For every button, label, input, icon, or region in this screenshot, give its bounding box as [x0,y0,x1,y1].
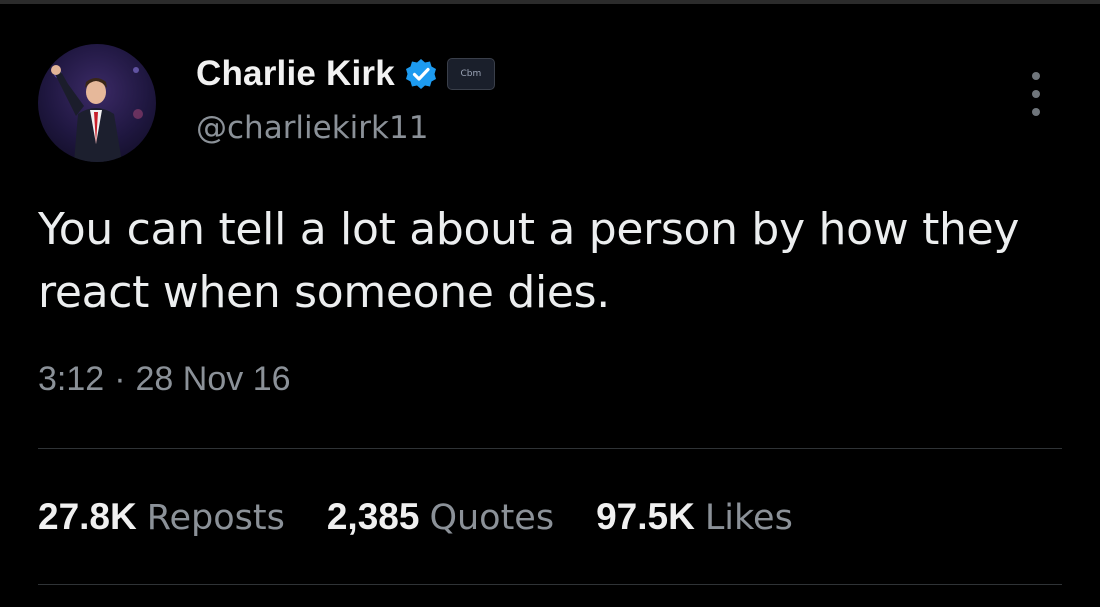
likes-label: Likes [704,498,793,538]
more-dot-icon [1032,90,1040,98]
tweet-timestamp[interactable]: 3:12 · 28 Nov 16 [38,360,291,399]
tweet-time: 3:12 [38,360,105,398]
more-options-button[interactable] [1024,72,1048,116]
divider [38,448,1062,449]
author-name-row: Charlie Kirk Cbm [196,52,495,96]
more-dot-icon [1032,108,1040,116]
reposts-count: 27.8K [38,496,137,537]
avatar[interactable] [38,44,156,162]
affiliate-logo-badge[interactable]: Cbm [446,58,495,90]
likes-stat[interactable]: 97.5K Likes [596,496,793,538]
person-portrait-avatar-icon [51,65,143,162]
quotes-label: Quotes [429,498,555,538]
timestamp-separator: · [114,360,126,398]
reposts-label: Reposts [146,498,285,538]
likes-count: 97.5K [596,496,695,537]
tweet-text: You can tell a lot about a person by how… [38,204,1020,318]
engagement-stats: 27.8K Reposts 2,385 Quotes 97.5K Likes [38,496,835,538]
top-border [0,0,1100,4]
divider [38,584,1062,585]
author-display-name[interactable]: Charlie Kirk [196,54,395,94]
more-dot-icon [1032,72,1040,80]
quotes-count: 2,385 [326,496,420,537]
tweet-date: 28 Nov 16 [135,360,291,398]
reposts-stat[interactable]: 27.8K Reposts [38,496,285,538]
verified-checkmark-icon [405,59,436,89]
affiliate-badge-text: Cbm [460,69,482,79]
quotes-stat[interactable]: 2,385 Quotes [327,496,554,538]
author-handle[interactable]: @charliekirk11 [196,110,428,146]
